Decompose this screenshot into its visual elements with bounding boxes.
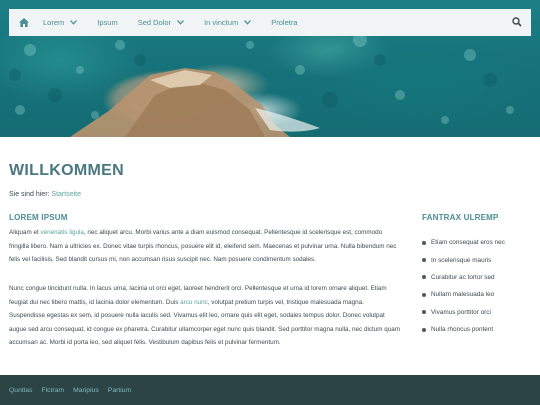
nav-item-lorem[interactable]: Lorem (43, 18, 78, 27)
list-item-label: Curabitur ac tortor sed (431, 273, 495, 281)
sidebar-list: Etiam consequat eros nec In scelerisque … (422, 234, 505, 338)
main-navigation: Lorem Ipsum Sed Dolor In vinctum Proletr… (9, 9, 531, 36)
list-item-label: Etiam consequat eros nec (431, 239, 505, 247)
bullet-icon (422, 327, 426, 332)
list-item[interactable]: Curabitur ac tortor sed (422, 269, 505, 286)
nav-item-label: Sed Dolor (137, 18, 172, 27)
content-paragraph: Aliquam et venenatis ligula, nec aliquet… (9, 226, 401, 267)
bullet-icon (422, 240, 426, 245)
inline-link[interactable]: arcu nunc (180, 299, 208, 306)
nav-item-label: Ipsum (97, 18, 118, 27)
nav-item-ipsum[interactable]: Ipsum (97, 18, 117, 27)
main-content-heading: LOREM IPSUM (9, 213, 68, 222)
footer: Quntlas Flctram Mariplus Partium (0, 375, 540, 405)
inline-link[interactable]: venenatis ligula (41, 229, 84, 236)
nav-item-proletra[interactable]: Proletra (271, 18, 297, 27)
list-item[interactable]: Nulla rhoncus pontent (422, 321, 505, 338)
bullet-icon (422, 310, 426, 315)
nav-item-sed-dolor[interactable]: Sed Dolor (137, 18, 185, 27)
nav-item-label: Lorem (43, 18, 65, 27)
list-item[interactable]: Vivamus porttitor orci (422, 304, 505, 321)
page-title: WILLKOMMEN (9, 162, 124, 179)
list-item-label: Vivamus porttitor orci (431, 308, 491, 316)
paragraph-text: Aliquam et (9, 229, 41, 236)
bullet-icon (422, 292, 426, 297)
breadcrumb-link-home[interactable]: Startseite (51, 191, 81, 198)
content-paragraph: Nunc congue tincidunt nulla. In lacus ur… (9, 282, 401, 350)
chevron-down-icon (70, 18, 78, 27)
breadcrumb: Sie sind hier: Startseite (9, 191, 81, 198)
footer-link[interactable]: Partium (108, 387, 131, 394)
sidebar-heading: FANTRAX ULREMP (422, 213, 499, 222)
search-icon[interactable] (511, 16, 523, 28)
footer-link[interactable]: Quntlas (9, 387, 32, 394)
bullet-icon (422, 275, 426, 280)
nav-item-label: Proletra (271, 18, 298, 27)
list-item[interactable]: Nullam malesuada leo (422, 286, 505, 303)
footer-link[interactable]: Flctram (41, 387, 64, 394)
footer-link[interactable]: Mariplus (73, 387, 99, 394)
home-icon[interactable] (17, 16, 31, 30)
nav-item-in-vinctum[interactable]: In vinctum (204, 18, 252, 27)
list-item[interactable]: In scelerisque mauris (422, 251, 505, 268)
breadcrumb-prefix: Sie sind hier: (9, 191, 50, 198)
chevron-down-icon (177, 18, 185, 27)
list-item[interactable]: Etiam consequat eros nec (422, 234, 505, 251)
list-item-label: In scelerisque mauris (431, 256, 492, 264)
bullet-icon (422, 258, 426, 263)
chevron-down-icon (244, 18, 252, 27)
list-item-label: Nulla rhoncus pontent (431, 326, 494, 334)
nav-item-label: In vinctum (204, 18, 239, 27)
list-item-label: Nullam malesuada leo (431, 291, 495, 299)
